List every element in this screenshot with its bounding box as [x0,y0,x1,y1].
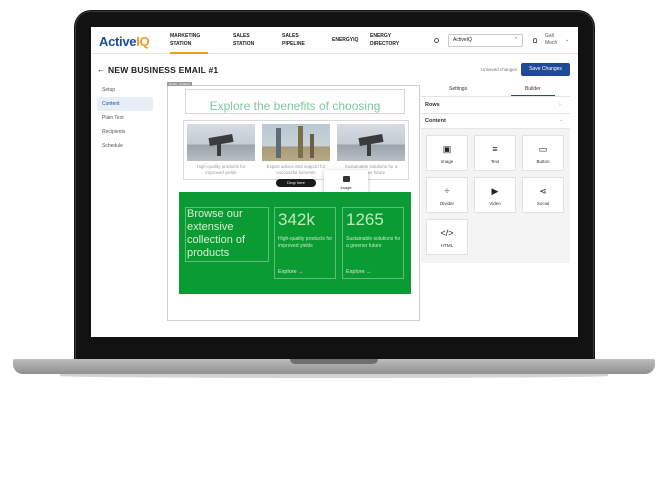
nav-sales-station[interactable]: SALES STATION [233,32,254,48]
block-button[interactable]: ▭ Button [522,135,564,171]
user-icon[interactable] [533,38,537,43]
canvas-tag: Email · Content [167,82,192,86]
account-select[interactable]: ActiveIQ ⌃ [448,34,523,47]
pumpjack-image [187,124,255,161]
button-icon: ▭ [538,144,548,154]
text-icon: ≡ [492,144,498,154]
nav-label: DIRECTORY [370,41,400,47]
top-nav: ActiveIQ MARKETING STATION SALES STATION… [91,27,578,54]
laptop-mockup: ActiveIQ MARKETING STATION SALES STATION… [0,0,668,484]
step-content[interactable]: Content [97,97,153,111]
chevron-right-icon[interactable]: › [559,102,561,108]
activeiq-logo[interactable]: ActiveIQ [99,34,150,49]
block-video[interactable]: ▶ Video [474,177,516,213]
step-nav: Setup Content Plain Text Recipients Sche… [97,83,153,153]
oil-rig-image [262,124,330,161]
block-label: Divider [439,201,454,206]
nav-label: STATION [233,41,255,47]
user-first-name: Gail [545,33,554,39]
nav-energyiq[interactable]: ENERGYIQ [332,36,358,44]
block-label: Button [536,159,550,164]
nav-energy-directory[interactable]: ENERGY DIRECTORY [370,32,399,48]
nav-label: PIPELINE [282,41,305,47]
image-icon [342,176,350,182]
code-icon: </> [440,228,454,238]
nav-label: MARKETING [170,33,201,39]
nav-label: ENERGY [370,33,392,39]
laptop-notch [290,359,378,364]
pumpjack-image [337,124,405,161]
step-plain-text[interactable]: Plain Text [97,111,153,125]
divider [421,113,570,114]
nav-marketing-station[interactable]: MARKETING STATION [170,32,209,54]
block-label: Image [440,159,454,164]
tab-settings[interactable]: Settings [449,86,467,92]
builder-panel: Settings Builder Rows › Content ⌄ ▣ Imag… [421,83,570,263]
save-status: Unsaved changes [481,67,518,72]
back-arrow-icon[interactable]: ← [97,65,105,74]
block-label: Text [490,159,500,164]
panel-tabs: Settings Builder [421,83,570,97]
nav-label: SALES [282,33,299,39]
stat-text[interactable]: High-quality products for improved yield… [278,236,334,250]
block-social[interactable]: ⋖ Social [522,177,564,213]
page-title: NEW BUSINESS EMAIL #1 [108,65,219,75]
drop-here-indicator[interactable]: Drop here [276,179,316,187]
feature-card[interactable]: Expert advice and support for successful… [262,124,330,179]
block-label: Social [536,201,550,206]
drag-label: Image [340,185,352,190]
stat-text[interactable]: Sustainable solutions for a greener futu… [346,236,402,250]
content-section-header[interactable]: Content [425,118,446,124]
block-label: Video [489,201,501,206]
nav-label: ENERGYIQ [332,37,359,43]
explore-link[interactable]: Explore → [346,269,372,275]
block-divider[interactable]: ÷ Divider [426,177,468,213]
nav-label: SALES [233,33,250,39]
step-schedule[interactable]: Schedule [97,139,153,153]
account-select-value: ActiveIQ [453,37,472,43]
block-text[interactable]: ≡ Text [474,135,516,171]
nav-sales-pipeline[interactable]: SALES PIPELINE [282,32,305,48]
image-icon: ▣ [442,144,452,154]
chevron-updown-icon: ⌃ [513,37,518,43]
step-setup[interactable]: Setup [97,83,153,97]
search-icon[interactable] [434,38,439,43]
block-label: HTML [440,243,454,248]
rows-section-header[interactable]: Rows [425,102,440,108]
nav-label: STATION [170,41,192,47]
user-name[interactable]: Gail Moch [545,33,565,47]
laptop-shadow [60,374,608,378]
app-screen: ActiveIQ MARKETING STATION SALES STATION… [91,27,578,337]
tab-builder[interactable]: Builder [511,86,554,96]
feature-card[interactable]: High-quality products for improved yield… [187,124,255,179]
hero-title[interactable]: Explore the benefits of choosing [185,99,405,113]
block-image[interactable]: ▣ Image [426,135,468,171]
logo-text-iq: IQ [136,34,150,49]
block-html[interactable]: </> HTML [426,219,468,255]
divider-icon: ÷ [444,186,450,196]
explore-link[interactable]: Explore → [278,269,304,275]
share-icon: ⋖ [539,186,547,196]
chevron-down-icon[interactable]: ⌄ [565,37,569,43]
stat-number[interactable]: 342k [278,210,315,230]
video-icon: ▶ [491,186,499,196]
green-heading[interactable]: Browse our extensive collection of produ… [187,208,269,260]
stat-number[interactable]: 1265 [346,210,384,230]
chevron-down-icon[interactable]: ⌄ [559,117,563,123]
card-text: High-quality products for improved yield… [196,164,246,175]
user-last-name: Moch [545,40,558,46]
card-text: Expert advice and support for successful… [266,164,326,175]
save-changes-button[interactable]: Save Changes [521,63,570,76]
content-blocks-grid: ▣ Image ≡ Text ▭ Button ÷ Divider ▶ Vide… [421,129,570,263]
logo-text-active: Active [99,34,137,49]
step-recipients[interactable]: Recipients [97,125,153,139]
